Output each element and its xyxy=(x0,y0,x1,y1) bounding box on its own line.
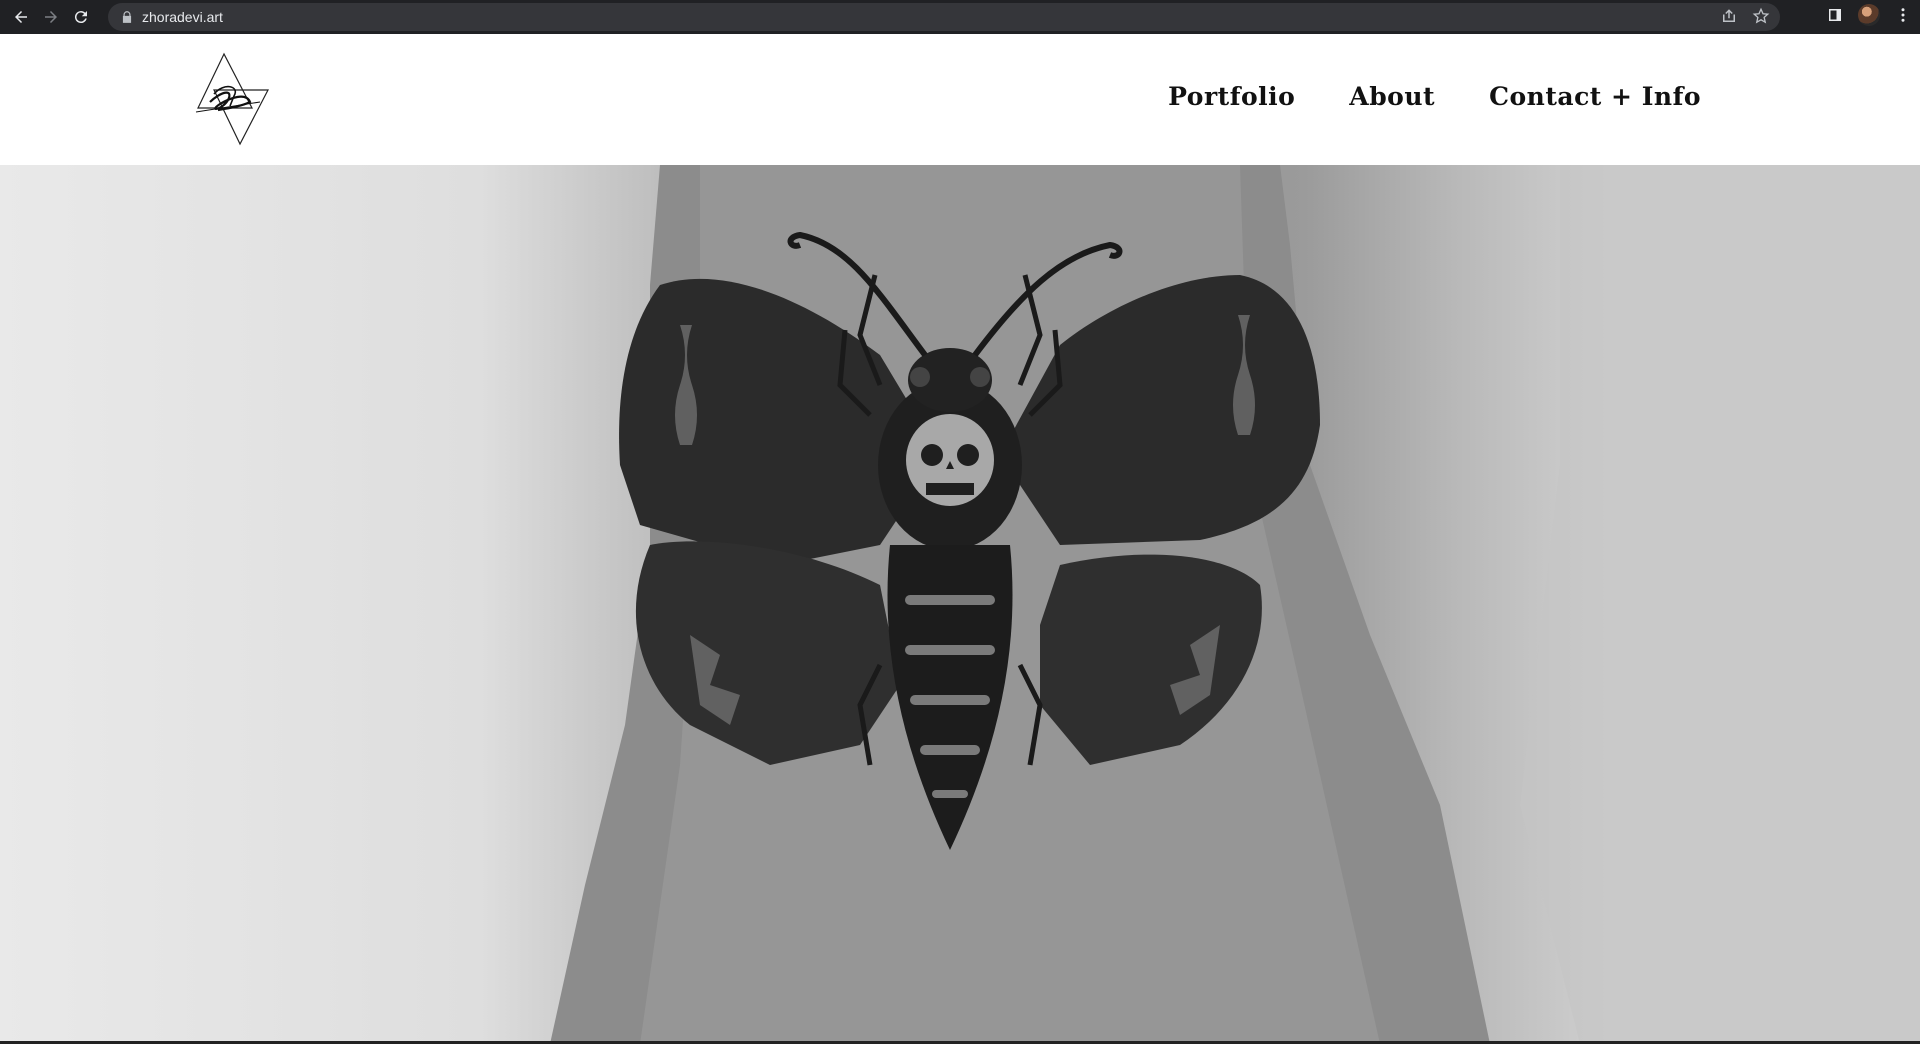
web-page: Portfolio About Contact + Info xyxy=(0,34,1920,1044)
site-header: Portfolio About Contact + Info xyxy=(0,34,1920,165)
side-panel-icon[interactable] xyxy=(1826,6,1844,24)
lock-icon xyxy=(122,11,132,23)
browser-toolbar: zhoradevi.art xyxy=(0,0,1920,34)
menu-icon[interactable] xyxy=(1894,6,1912,24)
nav-about[interactable]: About xyxy=(1349,82,1435,111)
signature-triangle-logo[interactable] xyxy=(190,52,274,146)
star-icon[interactable] xyxy=(1752,7,1770,25)
profile-avatar[interactable] xyxy=(1858,4,1880,26)
main-nav: Portfolio About Contact + Info xyxy=(1168,82,1701,111)
nav-portfolio[interactable]: Portfolio xyxy=(1168,82,1295,111)
forward-icon[interactable] xyxy=(36,2,66,32)
hero-image xyxy=(0,165,1920,1044)
moth-tattoo-photo xyxy=(550,165,1920,1044)
url-text: zhoradevi.art xyxy=(142,9,223,25)
nav-contact-info[interactable]: Contact + Info xyxy=(1489,82,1701,111)
share-icon[interactable] xyxy=(1720,7,1738,25)
back-icon[interactable] xyxy=(6,2,36,32)
reload-icon[interactable] xyxy=(66,2,96,32)
address-bar[interactable]: zhoradevi.art xyxy=(108,3,1780,31)
